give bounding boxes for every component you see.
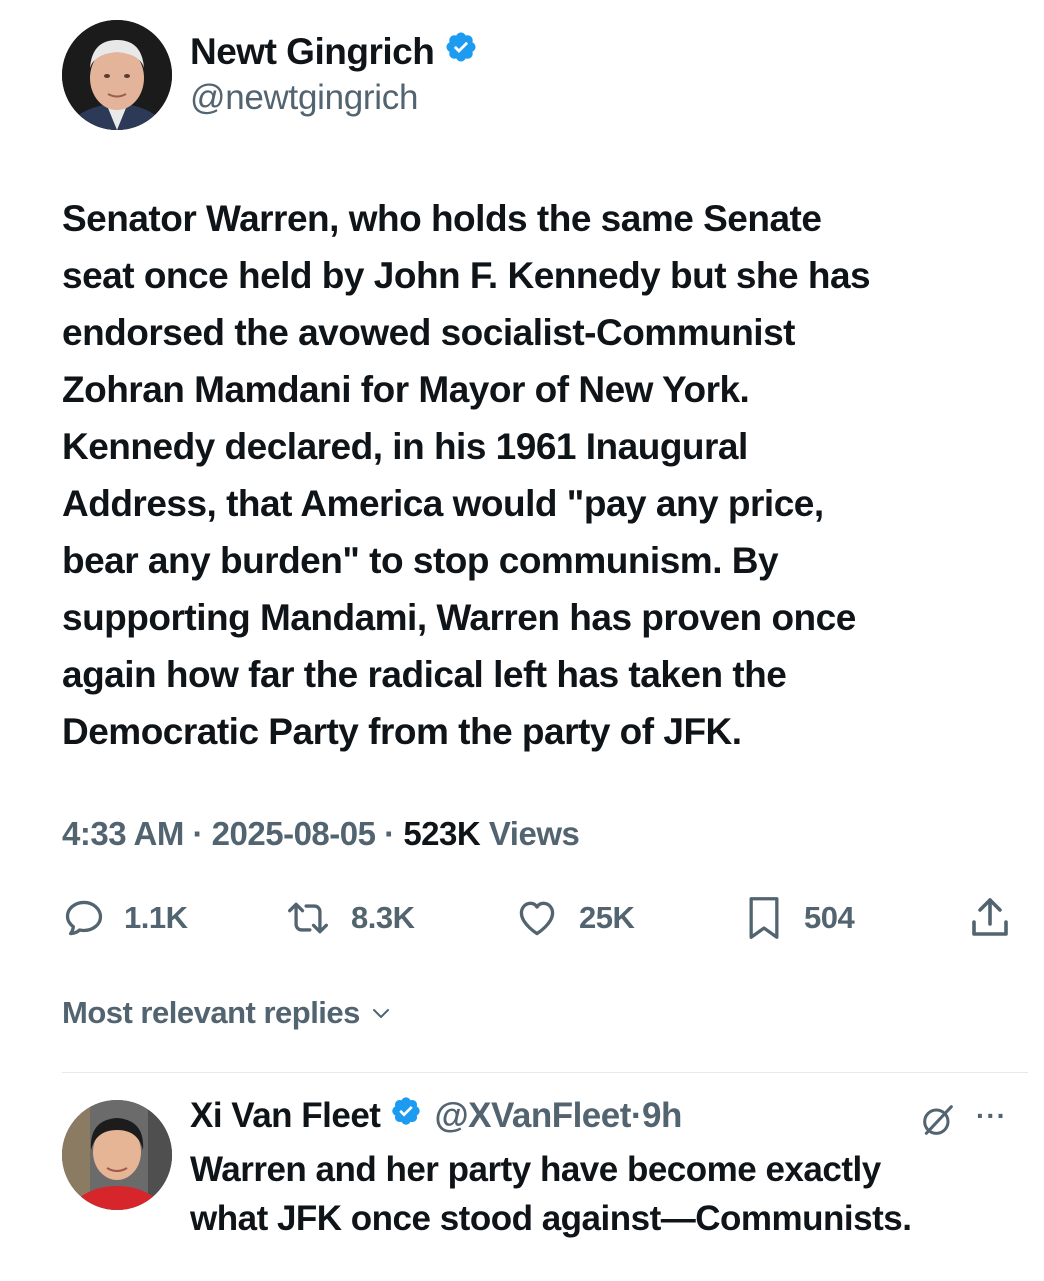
tweet-line: Kennedy declared, in his 1961 Inaugural	[62, 426, 748, 467]
reply-line: what JFK once stood against—Communists.	[190, 1199, 912, 1238]
verified-badge-icon	[444, 30, 478, 73]
author-avatar[interactable]	[62, 20, 172, 130]
like-icon	[519, 901, 555, 936]
reply-avatar-portrait	[62, 1100, 172, 1210]
reply-icon	[65, 900, 103, 936]
meta-separator: ·	[384, 815, 395, 852]
reply-author-handle[interactable]: @XVanFleet	[434, 1096, 631, 1136]
avatar-portrait	[62, 20, 172, 130]
bookmark-icon	[749, 897, 779, 939]
divider	[62, 1072, 1028, 1073]
tweet-line: Address, that America would "pay any pri…	[62, 483, 824, 524]
replies-sort-label: Most relevant replies	[62, 995, 360, 1030]
bookmark-button[interactable]: 504	[742, 893, 855, 943]
grok-icon[interactable]	[918, 1100, 958, 1145]
tweet-date[interactable]: 2025-08-05	[212, 815, 376, 852]
verified-badge-icon	[390, 1095, 422, 1136]
reply-separator: ·	[630, 1095, 643, 1135]
like-button[interactable]: 25K	[513, 893, 635, 943]
chevron-down-icon	[372, 1009, 389, 1018]
tweet-line: Senator Warren, who holds the same Senat…	[62, 198, 822, 239]
share-button[interactable]	[966, 893, 1014, 943]
more-icon[interactable]: ···	[976, 1100, 1007, 1132]
reply-header: Xi Van Fleet @XVanFleet · 9h	[190, 1095, 682, 1136]
reply-button[interactable]: 1.1K	[62, 893, 188, 943]
reply-age[interactable]: 9h	[642, 1096, 682, 1136]
like-count: 25K	[579, 900, 635, 935]
reply-count: 1.1K	[124, 900, 188, 935]
bookmark-count: 504	[804, 900, 855, 935]
tweet-meta: 4:33 AM · 2025-08-05 · 523K Views	[62, 815, 580, 853]
replies-sort-dropdown[interactable]: Most relevant replies	[62, 995, 396, 1031]
repost-icon	[288, 902, 328, 934]
tweet-text: Senator Warren, who holds the same Senat…	[62, 190, 1012, 760]
author-name-row[interactable]: Newt Gingrich	[190, 30, 478, 73]
reply-author-name[interactable]: Xi Van Fleet	[190, 1096, 381, 1136]
tweet-line: Democratic Party from the party of JFK.	[62, 711, 742, 752]
repost-count: 8.3K	[351, 900, 415, 935]
tweet-line: supporting Mandami, Warren has proven on…	[62, 597, 856, 638]
tweet-line: seat once held by John F. Kennedy but sh…	[62, 255, 871, 296]
reply-avatar[interactable]	[62, 1100, 172, 1210]
views-label: Views	[488, 815, 580, 852]
reply-text: Warren and her party have become exactly…	[190, 1145, 1020, 1243]
share-icon	[972, 898, 1008, 936]
tweet-line: again how far the radical left has taken…	[62, 654, 787, 695]
meta-separator: ·	[192, 815, 204, 852]
tweet-line: Zohran Mamdani for Mayor of New York.	[62, 369, 750, 410]
tweet-line: bear any burden" to stop communism. By	[62, 540, 779, 581]
reply-line: Warren and her party have become exactly	[190, 1150, 881, 1189]
author-name[interactable]: Newt Gingrich	[190, 31, 435, 73]
author-handle[interactable]: @newtgingrich	[190, 78, 418, 118]
tweet-time[interactable]: 4:33 AM	[62, 815, 184, 852]
repost-button[interactable]: 8.3K	[283, 893, 415, 943]
tweet-line: endorsed the avowed socialist-Communist	[62, 312, 795, 353]
views-count: 523K	[403, 815, 481, 852]
